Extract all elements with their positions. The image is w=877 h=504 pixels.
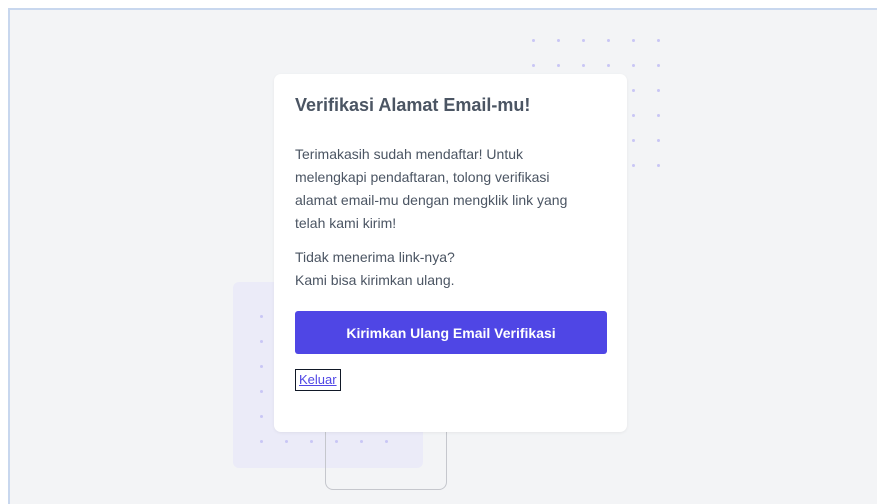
decorative-dot [310, 440, 313, 443]
decorative-dot [657, 139, 660, 142]
decorative-dot [582, 64, 585, 67]
logout-link[interactable]: Keluar [295, 369, 341, 391]
resend-prompt: Tidak menerima link-nya? Kami bisa kirim… [295, 246, 595, 292]
verification-message-line: Terimakasih sudah mendaftar! Untuk [295, 146, 523, 162]
page-background: Verifikasi Alamat Email-mu! Terimakasih … [8, 8, 877, 504]
verification-card: Verifikasi Alamat Email-mu! Terimakasih … [274, 74, 627, 432]
decorative-dot [260, 415, 263, 418]
decorative-dot [632, 64, 635, 67]
decorative-dot [260, 315, 263, 318]
decorative-dot [632, 89, 635, 92]
decorative-dot [557, 64, 560, 67]
decorative-dot [632, 114, 635, 117]
decorative-dot [607, 64, 610, 67]
verification-message-line: telah kami kirim! [295, 215, 397, 231]
decorative-dot [657, 114, 660, 117]
verification-message-line: melengkapi pendaftaran, tolong verifikas… [295, 169, 550, 185]
decorative-dot [260, 440, 263, 443]
decorative-dot [582, 39, 585, 42]
decorative-dot [632, 139, 635, 142]
resend-prompt-line: Kami bisa kirimkan ulang. [295, 272, 455, 288]
resend-prompt-line: Tidak menerima link-nya? [295, 249, 455, 265]
verification-message: Terimakasih sudah mendaftar! Untuk melen… [295, 143, 595, 235]
decorative-dot [657, 39, 660, 42]
decorative-dot [260, 340, 263, 343]
decorative-dot [607, 39, 610, 42]
decorative-dot [657, 164, 660, 167]
decorative-dot [532, 64, 535, 67]
verification-message-line: alamat email-mu dengan mengklik link yan… [295, 192, 568, 208]
card-title: Verifikasi Alamat Email-mu! [295, 95, 531, 115]
decorative-dot [632, 39, 635, 42]
decorative-dot [632, 164, 635, 167]
resend-verification-button[interactable]: Kirimkan Ulang Email Verifikasi [295, 311, 607, 354]
decorative-dot [285, 440, 288, 443]
decorative-dot [260, 390, 263, 393]
decorative-dot [260, 365, 263, 368]
decorative-dot [657, 89, 660, 92]
decorative-dot [557, 39, 560, 42]
decorative-dot [657, 64, 660, 67]
decorative-dot [532, 39, 535, 42]
